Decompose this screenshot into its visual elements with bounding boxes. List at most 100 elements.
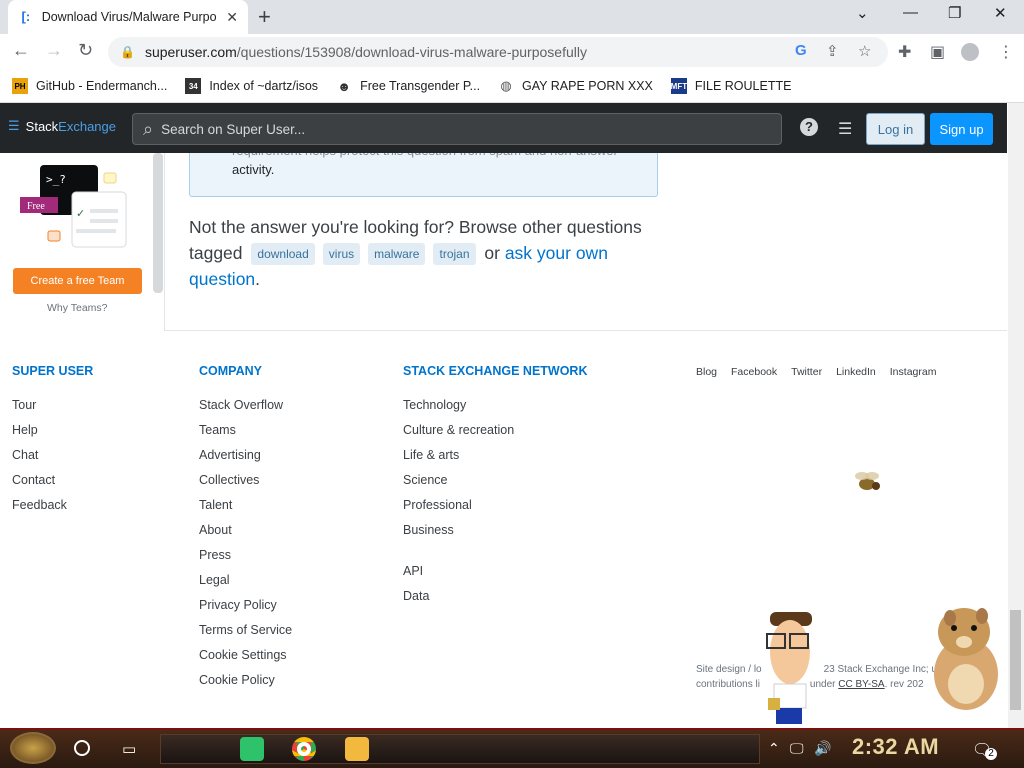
social-link-facebook[interactable]: Facebook xyxy=(731,366,777,378)
window-close-button[interactable]: ✕ xyxy=(994,4,1007,22)
bookmark-item[interactable]: ◍ GAY RAPE PORN XXX xyxy=(498,78,653,94)
footer-col-network-extra: API Data xyxy=(403,564,429,614)
signup-button[interactable]: Sign up xyxy=(930,113,993,145)
share-icon[interactable]: ⇪ xyxy=(826,42,839,60)
footer-link[interactable]: Collectives xyxy=(199,473,292,498)
footer-link[interactable]: Professional xyxy=(403,498,514,523)
chrome-menu-icon[interactable]: ⋮ xyxy=(998,42,1014,62)
bookmarks-bar: PH GitHub - Endermanch... 34 Index of ~d… xyxy=(0,70,1024,103)
footer-link[interactable]: Science xyxy=(403,473,514,498)
task-view-icon[interactable]: ▭ xyxy=(122,740,136,758)
url-path: /questions/153908/download-virus-malware… xyxy=(236,44,587,60)
social-link-twitter[interactable]: Twitter xyxy=(791,366,822,378)
footer-link[interactable]: Talent xyxy=(199,498,292,523)
tag-virus[interactable]: virus xyxy=(322,243,361,266)
taskbar-clock[interactable]: 2:32 AM xyxy=(852,734,939,760)
new-tab-button[interactable]: + xyxy=(258,4,271,30)
create-team-button[interactable]: Create a free Team xyxy=(13,268,142,294)
footer-link[interactable]: Tour xyxy=(12,398,67,423)
reload-button[interactable]: ↻ xyxy=(78,40,93,61)
social-link-instagram[interactable]: Instagram xyxy=(890,366,937,378)
side-panel-icon[interactable]: ▣ xyxy=(930,42,945,62)
free-badge: Free xyxy=(27,201,45,212)
tab-title: Download Virus/Malware Purpos xyxy=(41,10,217,24)
footer-link[interactable]: Chat xyxy=(12,448,67,473)
profile-avatar-icon[interactable] xyxy=(961,43,979,61)
social-link-blog[interactable]: Blog xyxy=(696,366,717,378)
footer-link[interactable]: Contact xyxy=(12,473,67,498)
bookmark-label: FILE ROULETTE xyxy=(694,79,792,93)
lock-icon[interactable]: 🔒 xyxy=(120,45,135,59)
tab-close-icon[interactable]: ✕ xyxy=(226,9,238,26)
sidebar-scrollbar[interactable] xyxy=(153,153,163,293)
bookmark-item[interactable]: MFT FILE ROULETTE xyxy=(671,78,792,94)
footer-link[interactable]: Technology xyxy=(403,398,514,423)
notice-text: activity. xyxy=(232,162,275,177)
extensions-icon[interactable]: ✚ xyxy=(898,42,911,62)
active-tab[interactable]: [: Download Virus/Malware Purpos ✕ xyxy=(8,0,248,34)
license-link[interactable]: CC BY-SA xyxy=(838,679,884,690)
footer-link[interactable]: Terms of Service xyxy=(199,623,292,648)
browser-chrome: [: Download Virus/Malware Purpos ✕ + ⌄ —… xyxy=(0,0,1024,103)
minimize-button[interactable]: — xyxy=(903,4,918,21)
search-icon: ⌕ xyxy=(143,118,154,139)
stackexchange-logo-icon: ☰ xyxy=(8,118,20,133)
footer-link[interactable]: Press xyxy=(199,548,292,573)
login-button[interactable]: Log in xyxy=(866,113,925,145)
terminal-prompt-icon: >_? xyxy=(46,173,66,186)
footer-link[interactable]: Culture & recreation xyxy=(403,423,514,448)
footer-link[interactable]: Help xyxy=(12,423,67,448)
stackexchange-logo[interactable]: ☰ Stack Exchange xyxy=(8,118,116,134)
back-button[interactable]: ← xyxy=(12,40,30,61)
tag-download[interactable]: download xyxy=(251,243,315,266)
tag-malware[interactable]: malware xyxy=(368,243,426,266)
period-text: . xyxy=(255,269,261,289)
forward-button[interactable]: → xyxy=(45,40,63,61)
footer-link[interactable]: Advertising xyxy=(199,448,292,473)
notes-app-icon[interactable] xyxy=(240,737,264,761)
why-teams-link[interactable]: Why Teams? xyxy=(47,302,108,314)
copyright-text: . rev 202 xyxy=(884,679,924,690)
footer-link[interactable]: Cookie Settings xyxy=(199,648,292,673)
footer-link[interactable]: Privacy Policy xyxy=(199,598,292,623)
site-search-input[interactable]: ⌕ Search on Super User... xyxy=(132,113,782,145)
tag-trojan[interactable]: trojan xyxy=(433,243,476,266)
footer-heading-network[interactable]: STACK EXCHANGE NETWORK xyxy=(403,364,588,378)
tray-overflow-icon[interactable]: ⌃ xyxy=(768,740,780,757)
footer-link[interactable]: Cookie Policy xyxy=(199,673,292,698)
taskbar-search-icon[interactable] xyxy=(74,740,90,756)
network-icon[interactable]: 🖵 xyxy=(790,740,804,757)
bookmark-item[interactable]: 34 Index of ~dartz/isos xyxy=(185,78,318,94)
bookmark-star-icon[interactable]: ☆ xyxy=(858,42,871,60)
google-lens-icon[interactable]: G xyxy=(795,42,807,59)
page-scrollbar-thumb[interactable] xyxy=(1010,610,1021,710)
start-button[interactable] xyxy=(10,732,56,764)
address-bar[interactable]: 🔒 superuser.com/questions/153908/downloa… xyxy=(108,37,888,67)
volume-icon[interactable]: 🔊 xyxy=(814,740,831,757)
footer-heading-company[interactable]: COMPANY xyxy=(199,364,262,378)
bookmark-item[interactable]: PH GitHub - Endermanch... xyxy=(12,78,167,94)
footer-social-links: Blog Facebook Twitter LinkedIn Instagram xyxy=(696,366,936,378)
footer-link[interactable]: API xyxy=(403,564,429,589)
footer-copyright: Site design / lo 23 Stack Exchange Inc; u… xyxy=(696,662,951,692)
social-link-linkedin[interactable]: LinkedIn xyxy=(836,366,876,378)
site-switcher-icon[interactable]: ☰ xyxy=(838,119,854,138)
file-explorer-icon[interactable] xyxy=(345,737,369,761)
not-the-answer-block: Not the answer you're looking for? Brows… xyxy=(189,214,649,292)
footer-heading-superuser[interactable]: SUPER USER xyxy=(12,364,93,378)
bookmark-item[interactable]: ☻ Free Transgender P... xyxy=(336,78,480,94)
footer-link[interactable]: Legal xyxy=(199,573,292,598)
footer-link[interactable]: Business xyxy=(403,523,514,548)
footer-link[interactable]: Teams xyxy=(199,423,292,448)
chrome-taskbar-icon[interactable] xyxy=(292,737,316,761)
restore-button[interactable]: ❐ xyxy=(948,4,961,22)
tab-search-icon[interactable]: ⌄ xyxy=(856,4,869,22)
footer-link[interactable]: Feedback xyxy=(12,498,67,523)
hamster-character-icon xyxy=(934,608,998,710)
footer-link[interactable]: Stack Overflow xyxy=(199,398,292,423)
help-icon[interactable]: ? xyxy=(800,118,818,136)
footer-link[interactable]: Life & arts xyxy=(403,448,514,473)
footer-link[interactable]: Data xyxy=(403,589,429,614)
footer-link[interactable]: About xyxy=(199,523,292,548)
svg-text:✓: ✓ xyxy=(76,208,85,220)
